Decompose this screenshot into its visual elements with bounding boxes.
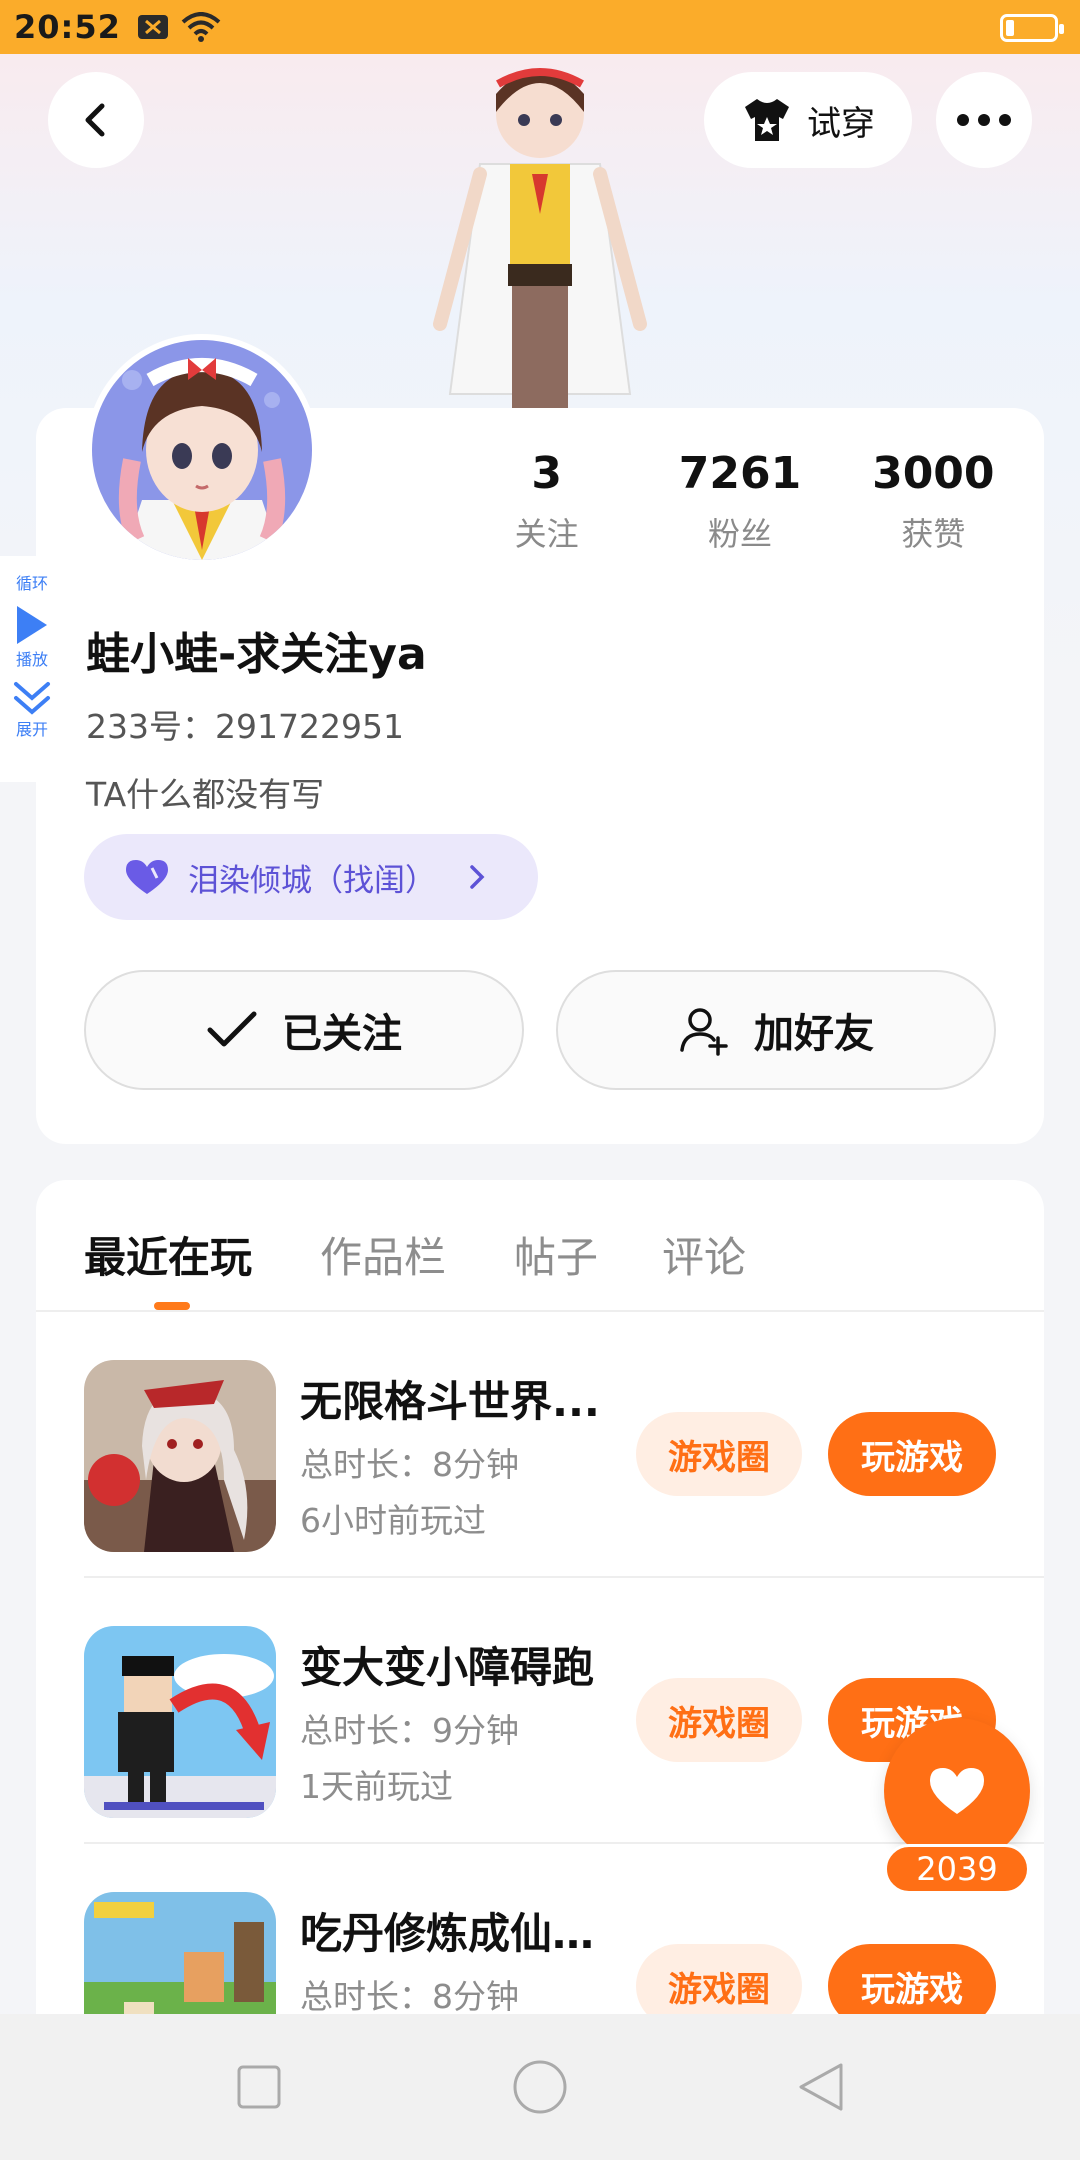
tab-bar: 最近在玩 作品栏 帖子 评论	[36, 1180, 1044, 1312]
user-id[interactable]: 233号：291722951	[86, 700, 404, 748]
tab-indicator	[154, 1302, 190, 1310]
game-icon[interactable]	[84, 1360, 276, 1552]
play-icon[interactable]	[15, 604, 49, 646]
game-total-time: 总时长：9分钟	[300, 1711, 519, 1750]
notification-icon	[137, 15, 168, 39]
content-card: 最近在玩 作品栏 帖子 评论 无限格斗世界... 总时长：8分钟 6小时前玩过 …	[36, 1180, 1044, 2160]
bio: TA什么都没有写	[86, 775, 325, 814]
stat-label: 关注	[514, 515, 579, 553]
game-title: 无限格斗世界...	[300, 1377, 600, 1426]
more-button[interactable]	[936, 72, 1032, 168]
tab-works[interactable]: 作品栏	[320, 1224, 446, 1285]
heart-icon	[930, 1768, 984, 1814]
stat-value: 3000	[872, 448, 995, 499]
following-label: 已关注	[282, 1011, 402, 1057]
tab-posts[interactable]: 帖子	[514, 1224, 598, 1285]
check-icon	[207, 1011, 257, 1047]
avatar-image	[92, 340, 312, 560]
stat-likes[interactable]: 3000 获赞	[837, 448, 1030, 555]
add-friend-button[interactable]: 加好友	[556, 970, 996, 1090]
try-on-label: 试穿	[807, 103, 875, 144]
add-user-icon	[680, 1008, 728, 1056]
play-label: 播放	[15, 650, 48, 669]
following-button[interactable]: 已关注	[84, 970, 524, 1090]
heart-icon	[126, 860, 168, 894]
try-on-button[interactable]: 试穿	[704, 72, 912, 168]
game-title: 吃丹修炼成仙-...	[300, 1909, 600, 1958]
back-nav-icon[interactable]	[797, 2061, 845, 2113]
game-total-time: 总时长：8分钟	[300, 1977, 519, 2016]
status-icons	[137, 12, 221, 42]
status-time: 20:52	[14, 8, 121, 46]
guild-name: 泪染倾城（找闺）	[188, 862, 436, 899]
tshirt-icon	[745, 99, 789, 141]
avatar[interactable]	[86, 334, 318, 566]
character-model[interactable]	[420, 54, 660, 416]
chevron-right-icon	[470, 865, 485, 889]
chevron-left-icon	[85, 103, 105, 137]
side-float-panel: 循环 播放 展开	[0, 556, 64, 782]
more-icon	[957, 114, 1011, 126]
guild-badge[interactable]: 泪染倾城（找闺）	[84, 834, 538, 920]
profile-screen: 20:52 试穿 3 关注 7261 粉丝 3000 获赞 循环 播放 展开 蛙…	[0, 0, 1080, 2160]
stat-label: 粉丝	[707, 515, 772, 553]
stat-value: 3	[531, 448, 562, 499]
wifi-icon	[181, 12, 221, 42]
game-icon[interactable]	[84, 1626, 276, 1818]
game-last-played: 1天前玩过	[300, 1767, 453, 1806]
game-row[interactable]: 无限格斗世界... 总时长：8分钟 6小时前玩过 游戏圈 玩游戏	[36, 1312, 1044, 1578]
tab-recently-played[interactable]: 最近在玩	[84, 1224, 252, 1285]
recent-apps-icon[interactable]	[235, 2063, 283, 2111]
expand-label: 展开	[15, 720, 48, 739]
play-game-button[interactable]: 玩游戏	[828, 1412, 996, 1496]
game-circle-button[interactable]: 游戏圈	[636, 1412, 802, 1496]
stat-value: 7261	[678, 448, 802, 499]
back-button[interactable]	[48, 72, 144, 168]
nickname: 蛙小蛙-求关注ya	[86, 629, 427, 680]
game-title: 变大变小障碍跑	[300, 1643, 595, 1692]
battery-icon	[1000, 14, 1064, 42]
stat-following[interactable]: 3 关注	[450, 448, 643, 555]
like-count: 2039	[884, 1844, 1030, 1894]
home-icon[interactable]	[512, 2059, 568, 2115]
chevron-double-down-icon[interactable]	[12, 680, 52, 716]
loop-label[interactable]: 循环	[16, 570, 48, 594]
tab-comments[interactable]: 评论	[662, 1224, 746, 1285]
character-figure	[433, 68, 647, 416]
add-friend-label: 加好友	[754, 1011, 874, 1057]
profile-stats: 3 关注 7261 粉丝 3000 获赞	[450, 448, 1030, 555]
game-last-played: 6小时前玩过	[300, 1501, 486, 1540]
status-bar: 20:52	[0, 0, 1080, 54]
system-nav-bar	[0, 2014, 1080, 2160]
game-circle-button[interactable]: 游戏圈	[636, 1678, 802, 1762]
game-total-time: 总时长：8分钟	[300, 1445, 519, 1484]
like-button[interactable]	[884, 1718, 1030, 1864]
stat-fans[interactable]: 7261 粉丝	[643, 448, 836, 555]
stat-label: 获赞	[901, 515, 966, 553]
